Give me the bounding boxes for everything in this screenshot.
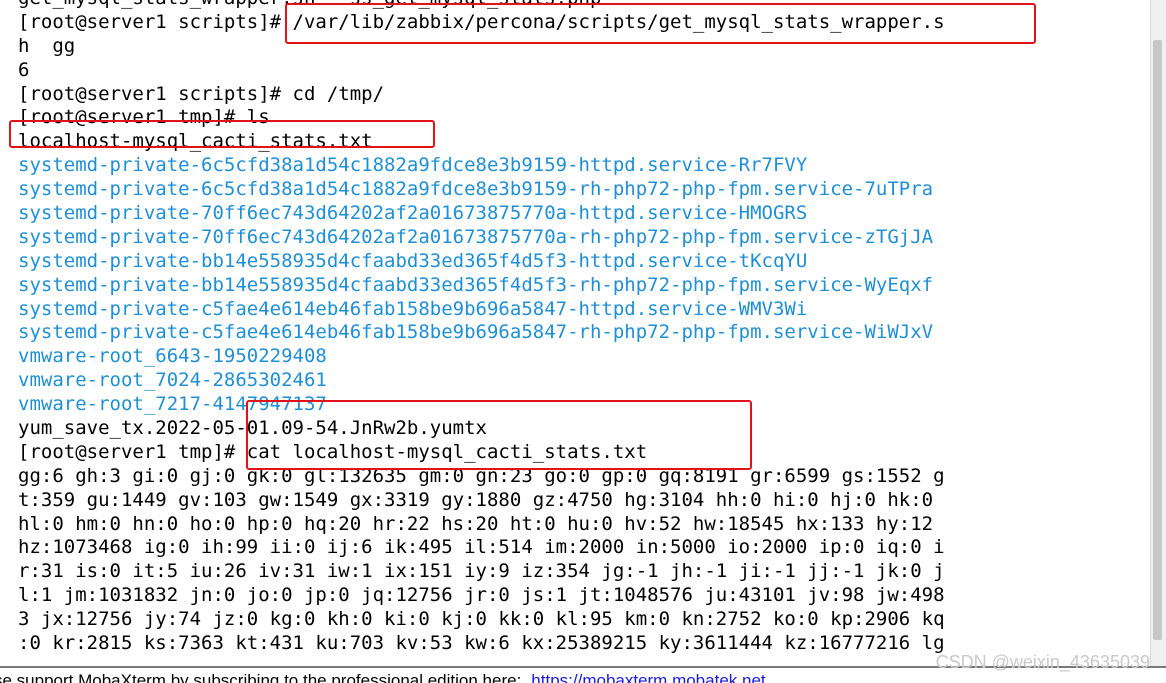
terminal-line: hz:1073468 ig:0 ih:99 ii:0 ij:6 ik:495 i…: [18, 536, 945, 559]
terminal-line: systemd-private-6c5cfd38a1d54c1882a9fdce…: [18, 178, 934, 201]
terminal-line: l:1 jm:1031832 jn:0 jo:0 jp:0 jq:12756 j…: [18, 584, 945, 607]
terminal-line: get_mysql_stats_wrapper.sh ss_get_mysql_…: [18, 0, 945, 11]
support-message: se support MobaXterm by subscribing to t…: [0, 671, 522, 683]
terminal-line: localhost-mysql_cacti_stats.txt: [18, 130, 373, 153]
terminal-line: [root@server1 scripts]# /var/lib/zabbix/…: [18, 10, 945, 33]
terminal-line: vmware-root_6643-1950229408: [18, 345, 327, 368]
terminal-line: systemd-private-70ff6ec743d64202af2a0167…: [18, 225, 934, 248]
terminal-line: hl:0 hm:0 hn:0 ho:0 hp:0 hq:20 hr:22 hs:…: [18, 512, 934, 535]
terminal-line: [root@server1 tmp]# ls: [18, 106, 270, 129]
terminal-line: systemd-private-c5fae4e614eb46fab158be9b…: [18, 321, 934, 344]
terminal-line: h gg: [18, 34, 76, 57]
terminal-line: 3 jx:12756 jy:74 jz:0 kg:0 kh:0 ki:0 kj:…: [18, 608, 945, 631]
scrollbar-thumb[interactable]: [1153, 40, 1162, 640]
mobaxterm-link[interactable]: https://mobaxterm.mobatek.net: [531, 671, 765, 683]
terminal-line: [root@server1 tmp]# cat localhost-mysql_…: [18, 440, 648, 463]
terminal-line: :0 kr:2815 ks:7363 kt:431 ku:703 kv:53 k…: [18, 632, 945, 655]
terminal-line: r:31 is:0 it:5 iu:26 iv:31 iw:1 ix:151 i…: [18, 560, 945, 583]
terminal-line: 6: [18, 58, 30, 81]
terminal-line: systemd-private-c5fae4e614eb46fab158be9b…: [18, 297, 808, 320]
terminal-line: [root@server1 scripts]# cd /tmp/: [18, 82, 385, 105]
terminal-line: systemd-private-bb14e558935d4cfaabd33ed3…: [18, 273, 934, 296]
terminal-line: t:359 gu:1449 gv:103 gw:1549 gx:3319 gy:…: [18, 488, 934, 511]
terminal-line: yum_save_tx.2022-05-01.09-54.JnRw2b.yumt…: [18, 417, 487, 440]
terminal-line: systemd-private-6c5cfd38a1d54c1882a9fdce…: [18, 154, 808, 177]
terminal-line: systemd-private-bb14e558935d4cfaabd33ed3…: [18, 249, 808, 272]
terminal-window[interactable]: get_mysql_stats_wrapper.sh ss_get_mysql_…: [0, 0, 1166, 666]
terminal-output: get_mysql_stats_wrapper.sh ss_get_mysql_…: [18, 0, 945, 656]
csdn-watermark: CSDN @weixin_43635039: [935, 652, 1150, 672]
terminal-line: vmware-root_7217-4147947137: [18, 393, 327, 416]
terminal-line: systemd-private-70ff6ec743d64202af2a0167…: [18, 202, 808, 225]
terminal-line: gg:6 gh:3 gi:0 gj:0 gk:0 gl:132635 gm:0 …: [18, 464, 945, 487]
terminal-line: vmware-root_7024-2865302461: [18, 369, 327, 392]
